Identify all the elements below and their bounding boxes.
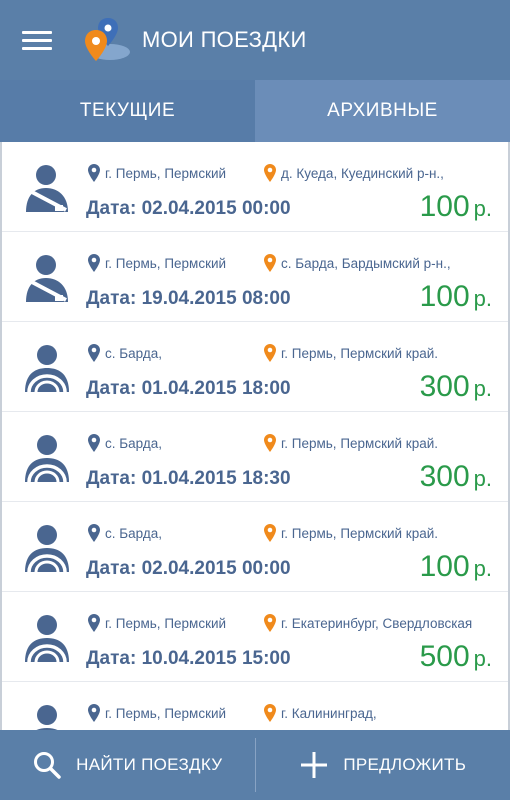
- driver-steering-wheel-icon: [25, 435, 69, 483]
- destination-pin-icon: [264, 434, 276, 452]
- trip-row[interactable]: г. Пермь, Пермский г. Калининград,: [2, 682, 508, 730]
- destination-pin-icon: [264, 524, 276, 542]
- destination-label: г. Пермь, Пермский край.: [281, 435, 439, 451]
- tab-archive[interactable]: АРХИВНЫЕ: [255, 80, 510, 142]
- trip-price: 100 р.: [420, 190, 492, 224]
- destination-label: г. Екатеринбург, Свердловская: [281, 615, 473, 631]
- origin-pin-icon: [88, 164, 100, 182]
- trip-list[interactable]: г. Пермь, Пермский д. Куеда, Куединский …: [0, 142, 510, 730]
- origin-pin-icon: [88, 614, 100, 632]
- trip-row[interactable]: с. Барда, г. Пермь, Пермский край. Дата:…: [2, 322, 508, 412]
- price-currency: р.: [473, 376, 492, 401]
- find-trip-label: НАЙТИ ПОЕЗДКУ: [76, 755, 223, 774]
- trip-destination: г. Пермь, Пермский край.: [264, 434, 438, 452]
- trip-origin: г. Пермь, Пермский: [88, 254, 226, 272]
- origin-pin-icon: [88, 254, 100, 272]
- origin-pin-icon: [88, 344, 100, 362]
- trip-destination: г. Пермь, Пермский край.: [264, 524, 438, 542]
- trip-date: Дата: 02.04.2015 00:00: [86, 198, 291, 219]
- trip-origin: г. Пермь, Пермский: [88, 614, 226, 632]
- trip-price: 100 р.: [420, 550, 492, 584]
- trip-destination: с. Барда, Бардымский р-н.,: [264, 254, 451, 272]
- seatbelt-passenger-icon: [26, 165, 68, 212]
- driver-steering-wheel-icon: [25, 615, 69, 663]
- origin-label: г. Пермь, Пермский: [105, 705, 227, 721]
- trip-row[interactable]: с. Барда, г. Пермь, Пермский край. Дата:…: [2, 412, 508, 502]
- trip-date: Дата: 10.04.2015 15:00: [86, 648, 291, 669]
- origin-pin-icon: [88, 704, 100, 722]
- trip-price: 100 р.: [420, 280, 492, 314]
- origin-label: г. Пермь, Пермский: [105, 615, 227, 631]
- price-currency: р.: [473, 646, 492, 671]
- price-amount: 500: [419, 640, 470, 673]
- driver-steering-wheel-icon: [25, 345, 69, 393]
- app-bar: МОИ ПОЕЗДКИ: [0, 0, 510, 80]
- price-amount: 100: [419, 190, 470, 223]
- hamburger-menu-icon[interactable]: [22, 20, 62, 60]
- trip-destination: г. Калининград,: [264, 704, 377, 722]
- tab-current[interactable]: ТЕКУЩИЕ: [0, 80, 255, 142]
- destination-label: г. Пермь, Пермский край.: [281, 345, 439, 361]
- origin-label: г. Пермь, Пермский: [105, 165, 227, 181]
- trip-price: 300 р.: [420, 370, 492, 404]
- trip-origin: г. Пермь, Пермский: [88, 164, 226, 182]
- trip-origin: с. Барда,: [88, 434, 162, 452]
- price-currency: р.: [473, 196, 492, 221]
- price-amount: 100: [419, 550, 470, 583]
- destination-pin-icon: [264, 614, 276, 632]
- offer-trip-button[interactable]: ПРЕДЛОЖИТЬ: [256, 730, 510, 800]
- origin-label: с. Барда,: [105, 525, 162, 541]
- origin-label: с. Барда,: [105, 345, 162, 361]
- search-icon: [34, 752, 61, 779]
- trip-price: 300 р.: [420, 460, 492, 494]
- destination-pin-icon: [264, 254, 276, 272]
- price-currency: р.: [473, 556, 492, 581]
- origin-pin-icon: [88, 434, 100, 452]
- trip-date: Дата: 01.04.2015 18:00: [86, 378, 291, 399]
- trip-destination: г. Пермь, Пермский край.: [264, 344, 438, 362]
- price-currency: р.: [473, 466, 492, 491]
- app-logo-icon: [85, 18, 130, 61]
- destination-label: с. Барда, Бардымский р-н.,: [281, 255, 451, 271]
- trip-destination: г. Екатеринбург, Свердловская: [264, 614, 472, 632]
- trip-date: Дата: 19.04.2015 08:00: [86, 288, 291, 309]
- price-amount: 100: [419, 280, 470, 313]
- destination-label: д. Куеда, Куединский р-н.,: [281, 165, 444, 181]
- price-amount: 300: [419, 370, 470, 403]
- trip-row[interactable]: г. Пермь, Пермский с. Барда, Бардымский …: [2, 232, 508, 322]
- trip-price: 500 р.: [420, 640, 492, 674]
- destination-pin-icon: [264, 704, 276, 722]
- bottom-action-bar: НАЙТИ ПОЕЗДКУ ПРЕДЛОЖИТЬ: [0, 730, 510, 800]
- trip-date: Дата: 01.04.2015 18:30: [86, 468, 291, 489]
- trip-row[interactable]: с. Барда, г. Пермь, Пермский край. Дата:…: [2, 502, 508, 592]
- trip-origin: с. Барда,: [88, 344, 162, 362]
- plus-icon: [301, 752, 328, 778]
- trip-row[interactable]: г. Пермь, Пермский д. Куеда, Куединский …: [2, 142, 508, 232]
- trip-origin: с. Барда,: [88, 524, 162, 542]
- trip-row[interactable]: г. Пермь, Пермский г. Екатеринбург, Свер…: [2, 592, 508, 682]
- driver-steering-wheel-icon: [25, 525, 69, 573]
- trip-destination: д. Куеда, Куединский р-н.,: [264, 164, 444, 182]
- offer-trip-label: ПРЕДЛОЖИТЬ: [343, 755, 467, 774]
- destination-pin-icon: [264, 164, 276, 182]
- trip-date: Дата: 02.04.2015 00:00: [86, 558, 291, 579]
- price-amount: 300: [419, 460, 470, 493]
- page-title: МОИ ПОЕЗДКИ: [142, 27, 307, 52]
- driver-steering-wheel-icon: [36, 705, 58, 730]
- destination-pin-icon: [264, 344, 276, 362]
- tab-bar: ТЕКУЩИЕ АРХИВНЫЕ: [0, 80, 510, 142]
- origin-label: г. Пермь, Пермский: [105, 255, 227, 271]
- origin-label: с. Барда,: [105, 435, 162, 451]
- destination-label: г. Пермь, Пермский край.: [281, 525, 439, 541]
- trip-origin: г. Пермь, Пермский: [88, 704, 226, 722]
- destination-label: г. Калининград,: [281, 705, 377, 721]
- seatbelt-passenger-icon: [26, 255, 68, 302]
- origin-pin-icon: [88, 524, 100, 542]
- price-currency: р.: [473, 286, 492, 311]
- find-trip-button[interactable]: НАЙТИ ПОЕЗДКУ: [0, 730, 255, 800]
